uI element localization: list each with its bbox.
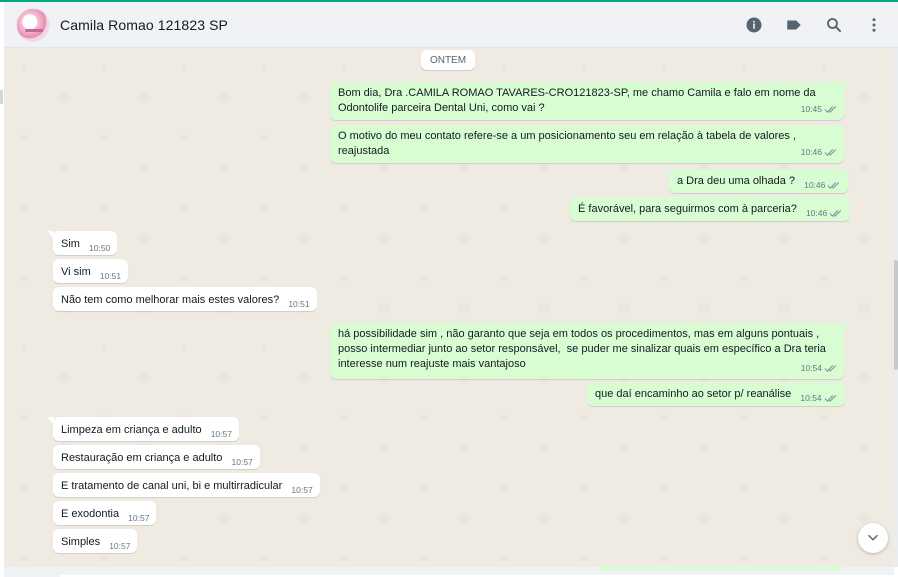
chat-conversation[interactable]: ONTEM Bom dia, Dra .CAMILA ROMAO TAVARES…: [4, 48, 894, 567]
search-icon[interactable]: [824, 15, 844, 35]
message-outgoing[interactable]: a Dra deu uma olhada ? 10:46: [669, 169, 849, 193]
message-time: 10:57: [128, 513, 150, 523]
message-text: E exodontia: [61, 508, 120, 520]
message-time: 10:46: [805, 208, 828, 218]
message-time: 10:57: [109, 541, 131, 551]
double-check-icon: [824, 106, 837, 113]
scroll-to-bottom-button[interactable]: [858, 523, 888, 553]
message-text: O motivo do meu contato refere-se a um p…: [338, 130, 796, 157]
message-meta: 10:46: [806, 206, 843, 221]
message-outgoing[interactable]: É favorável, para seguirmos com à parcer…: [570, 197, 851, 221]
message-time: 10:46: [800, 147, 822, 157]
message-incoming[interactable]: E tratamento de canal uni, bi e multirra…: [53, 473, 320, 497]
message-meta: 10:54: [801, 361, 838, 376]
message-time: 10:51: [288, 299, 310, 309]
message-text: É favorável, para seguirmos com à parcer…: [578, 203, 797, 215]
message-meta: 10:57: [232, 455, 253, 470]
message-meta: 10:51: [100, 269, 121, 284]
message-outgoing[interactable]: há possibilidade sim , não garanto que s…: [330, 323, 850, 379]
message-text: há possibilidade sim , não garanto que s…: [338, 328, 826, 370]
message-text: a Dra deu uma olhada ?: [677, 175, 796, 187]
message-incoming[interactable]: Vi sim 10:51: [53, 259, 129, 284]
message-text: Vi sim: [61, 266, 91, 278]
message-incoming[interactable]: Não tem como melhorar mais estes valores…: [53, 287, 317, 311]
double-check-icon: [824, 149, 837, 156]
message-incoming[interactable]: Simples 10:57: [53, 529, 138, 554]
date-chip: ONTEM: [421, 50, 475, 70]
message-text: Simples: [61, 536, 101, 548]
message-meta: 10:54: [800, 391, 837, 406]
message-time: 10:57: [231, 457, 253, 467]
message-text: Não tem como melhorar mais estes valores…: [61, 294, 280, 306]
message-time: 10:46: [804, 180, 826, 190]
header-actions: [744, 2, 884, 48]
chevron-down-icon: [868, 534, 878, 541]
message-outgoing[interactable]: que daí encaminho ao setor p/ reanálise …: [587, 382, 845, 406]
chat-header: Camila Romao 121823 SP: [4, 2, 898, 48]
message-incoming[interactable]: Limpeza em criança e adulto 10:57: [47, 417, 239, 442]
message-time: 10:54: [800, 393, 822, 403]
message-text: Limpeza em criança e adulto: [61, 424, 202, 436]
message-text: Bom dia, Dra .CAMILA ROMAO TAVARES-CRO12…: [338, 87, 816, 114]
message-text: Sim: [61, 238, 80, 250]
info-icon[interactable]: [744, 15, 764, 35]
message-outgoing[interactable]: Bom dia, Dra .CAMILA ROMAO TAVARES-CRO12…: [330, 82, 850, 120]
message-incoming[interactable]: Sim 10:50: [46, 231, 118, 256]
double-check-icon: [824, 395, 836, 402]
double-check-icon: [824, 365, 837, 372]
message-meta: 10:46: [804, 178, 841, 193]
label-icon[interactable]: [784, 15, 804, 35]
partially-visible-message: [598, 566, 844, 570]
message-meta: 10:57: [128, 511, 149, 526]
message-time: 10:54: [800, 363, 822, 373]
double-check-icon: [827, 182, 840, 189]
chat-scrollbar-thumb[interactable]: [894, 260, 898, 370]
contact-name[interactable]: Camila Romao 121823 SP: [60, 17, 228, 33]
message-meta: 10:57: [109, 539, 130, 554]
contact-avatar[interactable]: [16, 7, 50, 42]
message-incoming[interactable]: Restauração em criança e adulto 10:57: [53, 445, 260, 469]
message-time: 10:57: [210, 429, 232, 439]
message-meta: 10:50: [89, 241, 110, 256]
message-time: 10:51: [99, 271, 122, 281]
message-text: Restauração em criança e adulto: [61, 452, 223, 464]
message-outgoing[interactable]: O motivo do meu contato refere-se a um p…: [330, 125, 844, 163]
double-check-icon: [829, 210, 842, 217]
message-text: E tratamento de canal uni, bi e multirra…: [61, 480, 283, 492]
message-time: 10:45: [800, 104, 822, 114]
message-incoming[interactable]: E exodontia 10:57: [53, 501, 157, 526]
message-meta: 10:45: [801, 102, 838, 117]
message-meta: 10:57: [291, 483, 312, 498]
message-meta: 10:57: [211, 427, 232, 442]
message-text: que daí encaminho ao setor p/ reanálise: [595, 388, 792, 400]
message-meta: 10:51: [288, 297, 309, 312]
side-panel-resize-handle[interactable]: [0, 90, 3, 104]
message-time: 10:50: [89, 243, 111, 253]
message-meta: 10:46: [801, 145, 838, 160]
menu-icon[interactable]: [864, 15, 884, 35]
message-time: 10:57: [291, 485, 313, 495]
